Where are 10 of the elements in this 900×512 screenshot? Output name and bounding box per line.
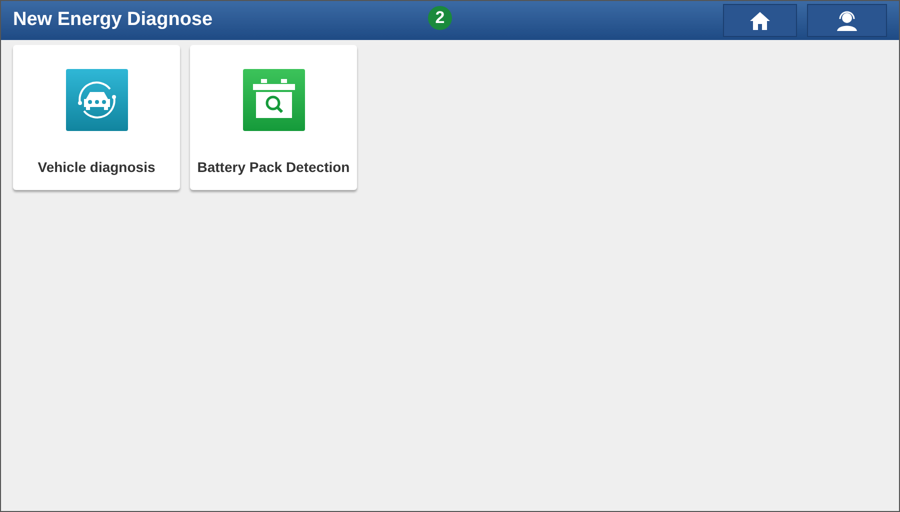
home-icon xyxy=(750,12,770,30)
callout-number: 2 xyxy=(428,6,452,30)
app-tile[interactable]: Battery Pack Detection xyxy=(190,45,357,190)
car-diagnosis-icon xyxy=(66,69,128,131)
home-button[interactable] xyxy=(723,4,797,37)
window-title: New Energy Diagnose xyxy=(13,8,213,32)
headset-person-icon xyxy=(836,10,858,30)
app-tile[interactable]: Vehicle diagnosis xyxy=(13,45,180,190)
support-button[interactable] xyxy=(807,4,887,37)
battery-search-icon xyxy=(242,69,304,131)
